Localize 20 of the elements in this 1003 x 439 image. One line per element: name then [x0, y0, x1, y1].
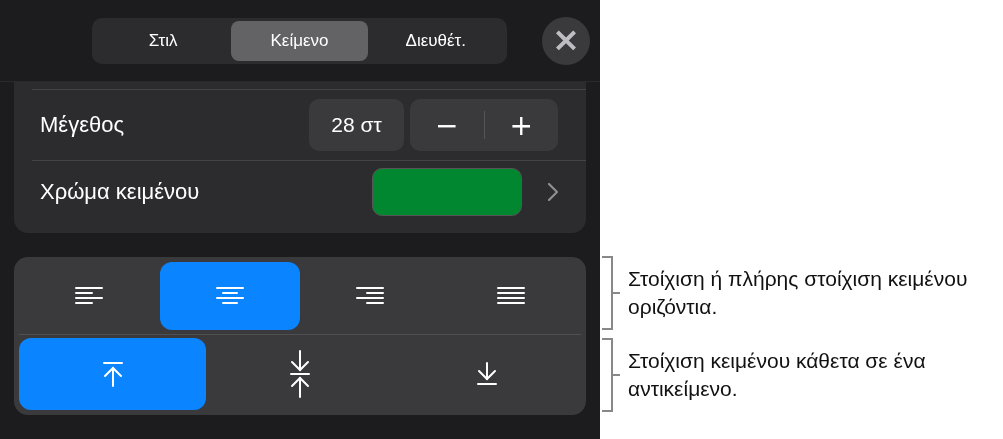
- callout-text: Στοίχιση ή πλήρης στοίχιση κειμένου οριζόντια.: [628, 266, 969, 320]
- align-right-icon: [356, 287, 385, 305]
- close-button[interactable]: ×: [542, 16, 590, 65]
- increment-button[interactable]: +: [484, 99, 558, 151]
- tab[interactable]: Κείμενο: [231, 20, 368, 61]
- callout-text: Στοίχιση κειμένου κάθετα σε ένα αντικείμενο.: [628, 348, 927, 402]
- align-center-icon: [215, 287, 244, 305]
- align-bottom-icon: [476, 362, 499, 386]
- decrement-button[interactable]: −: [410, 99, 484, 151]
- tab[interactable]: Διευθέτ.: [367, 20, 504, 61]
- size-label: Μέγεθος: [40, 112, 125, 138]
- tab[interactable]: Στιλ: [95, 20, 232, 61]
- text-color-label: Χρώμα κειμένου: [40, 179, 201, 205]
- align-left-icon: [75, 287, 104, 305]
- align-top-icon: [101, 361, 124, 387]
- color-swatch[interactable]: [372, 168, 522, 216]
- size-value: 28 στ: [309, 99, 404, 151]
- chevron-icon: [548, 183, 558, 201]
- align-justify-icon: [496, 287, 525, 305]
- align-middle-icon: [289, 350, 311, 398]
